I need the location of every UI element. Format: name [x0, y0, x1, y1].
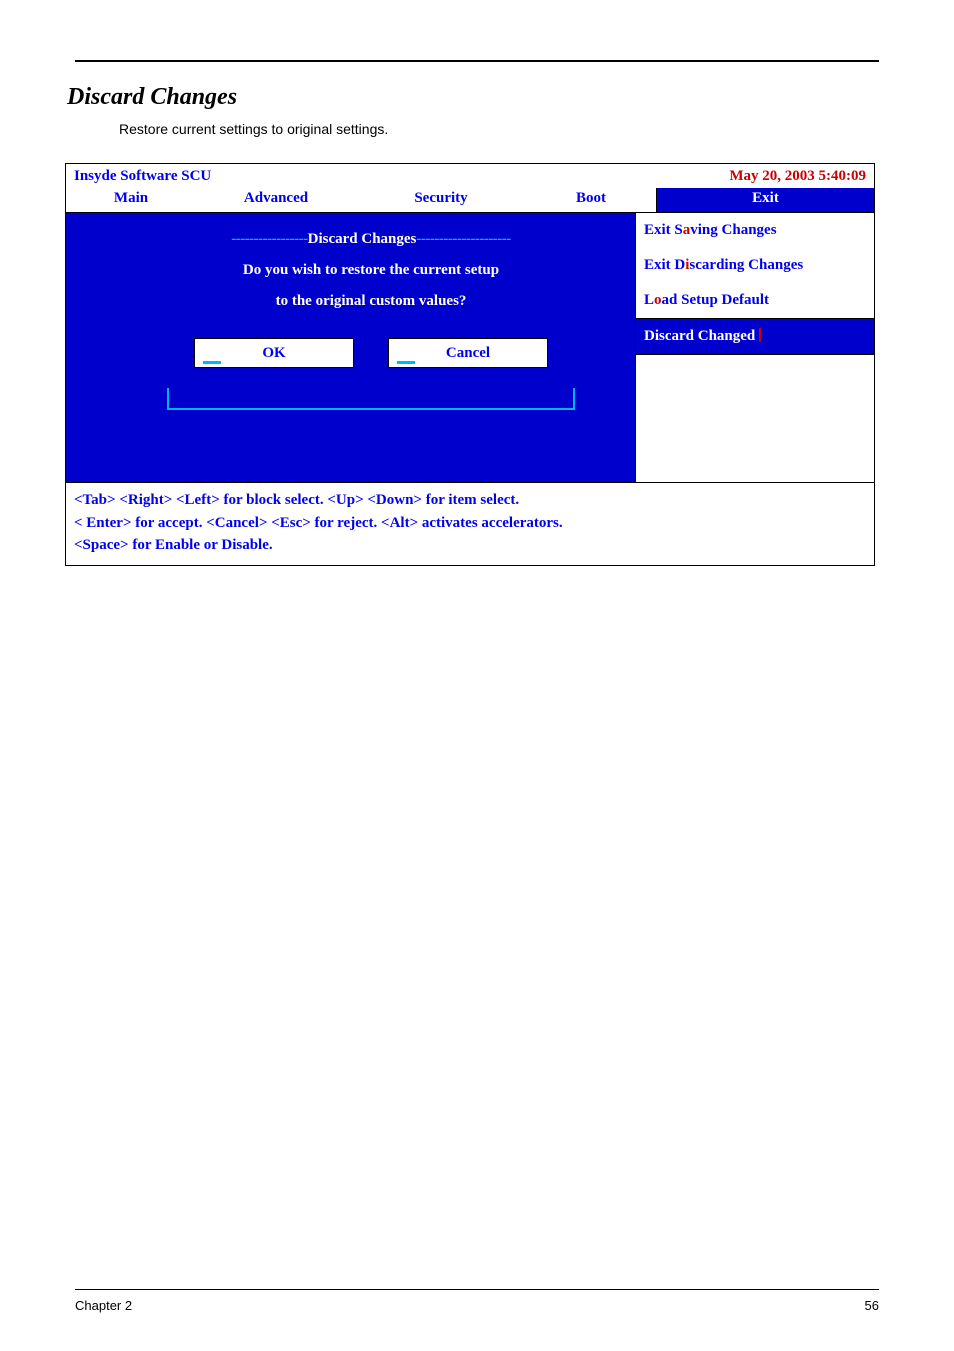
tab-main[interactable]: Main — [66, 188, 196, 212]
bios-tabs-left: Main Advanced Security Boot — [66, 188, 656, 212]
bios-product-name: Insyde Software SCU — [74, 168, 211, 185]
discard-changes-dialog: -----------------Discard Changes--------… — [161, 223, 581, 428]
dialog-line-1: Do you wish to restore the current setup — [171, 262, 571, 279]
bios-main-panel: -----------------Discard Changes--------… — [66, 212, 636, 482]
ok-button-label: OK — [262, 345, 285, 362]
dialog-line-2: to the original custom values? — [171, 293, 571, 310]
label-part: scarding Changes — [689, 257, 803, 273]
bios-title-bar: Insyde Software SCU May 20, 2003 5:40:09 — [66, 164, 874, 188]
ok-button[interactable]: OK — [194, 338, 354, 368]
label-part: Exit S — [644, 222, 683, 238]
label-part: Exit D — [644, 257, 685, 273]
help-line-3: <Space> for Enable or Disable. — [74, 534, 866, 557]
bios-menu-bar: Main Advanced Security Boot Exit — [66, 188, 874, 212]
selection-caret — [759, 328, 761, 342]
label-part: ad Setup Default — [662, 292, 770, 308]
load-setup-default[interactable]: Load Setup Default — [636, 283, 874, 318]
section-title: Discard Changes — [67, 84, 879, 111]
label-part: Discard Changed — [644, 328, 755, 344]
bios-body: -----------------Discard Changes--------… — [66, 212, 874, 482]
help-line-2: < Enter> for accept. <Cancel> <Esc> for … — [74, 512, 866, 535]
tab-advanced[interactable]: Advanced — [196, 188, 356, 212]
dialog-title: -----------------Discard Changes--------… — [171, 231, 571, 248]
footer-rule — [75, 1289, 879, 1290]
tab-exit[interactable]: Exit — [656, 188, 874, 212]
cancel-button[interactable]: Cancel — [388, 338, 548, 368]
help-line-1: <Tab> <Right> <Left> for block select. <… — [74, 489, 866, 512]
cancel-button-label: Cancel — [446, 345, 490, 362]
dialog-buttons: OK Cancel — [171, 338, 571, 368]
dashes-right: --------------------- — [416, 231, 510, 247]
discard-changed[interactable]: Discard Changed — [636, 318, 874, 355]
bios-datetime: May 20, 2003 5:40:09 — [729, 168, 866, 185]
tab-boot[interactable]: Boot — [526, 188, 656, 212]
cancel-indicator — [397, 361, 415, 364]
bios-screenshot: Insyde Software SCU May 20, 2003 5:40:09… — [65, 163, 875, 566]
top-rule — [75, 60, 879, 62]
chapter-label: Chapter 2 — [75, 1298, 132, 1313]
page-number: 56 — [865, 1298, 879, 1313]
label-part: L — [644, 292, 654, 308]
footer-row: Chapter 2 56 — [75, 1298, 879, 1313]
exit-menu-panel: Exit Saving Changes Exit Discarding Chan… — [636, 212, 874, 482]
dialog-title-text: Discard Changes — [308, 231, 417, 247]
bios-help-footer: <Tab> <Right> <Left> for block select. <… — [66, 482, 874, 565]
exit-saving-changes[interactable]: Exit Saving Changes — [636, 213, 874, 248]
dialog-bottom-border — [167, 388, 575, 410]
hotkey: o — [654, 292, 662, 308]
tab-security[interactable]: Security — [356, 188, 526, 212]
section-description: Restore current settings to original set… — [119, 121, 879, 137]
exit-discarding-changes[interactable]: Exit Discarding Changes — [636, 248, 874, 283]
dashes-left: ----------------- — [231, 231, 307, 247]
page-footer: Chapter 2 56 — [75, 1289, 879, 1313]
label-part: ving Changes — [690, 222, 776, 238]
ok-indicator — [203, 361, 221, 364]
